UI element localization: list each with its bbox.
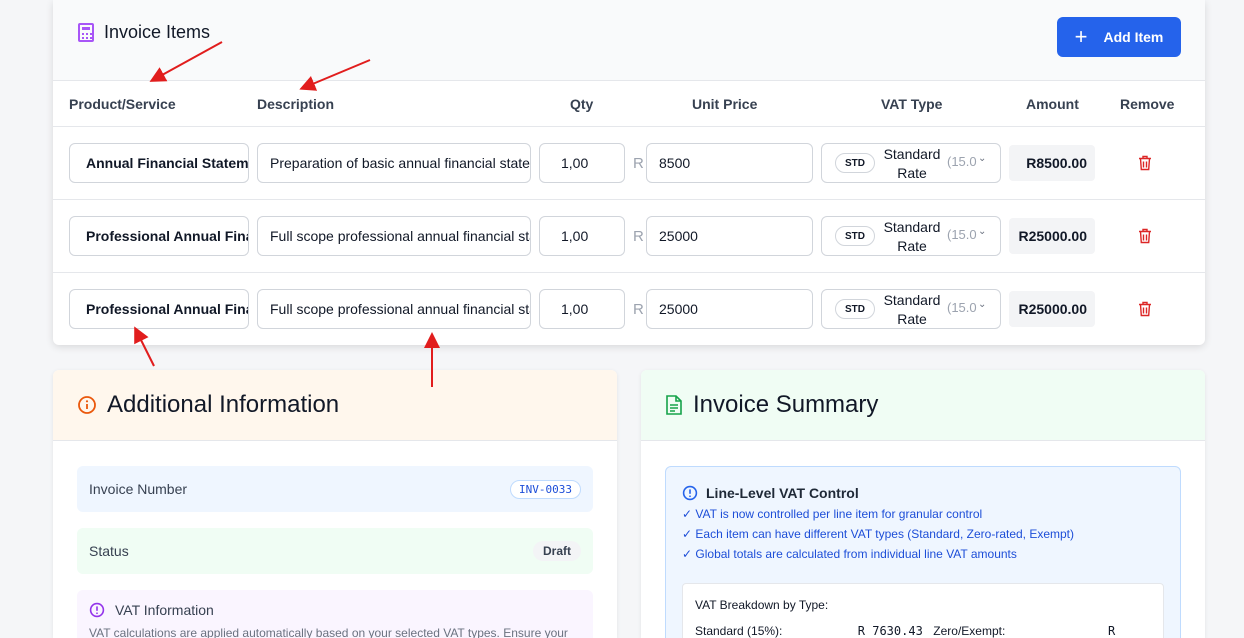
- description-input[interactable]: Full scope professional annual financial…: [257, 289, 531, 329]
- col-amount: Amount: [1026, 96, 1079, 112]
- invoice-items-card: Invoice Items + Add Item Product/Service…: [53, 0, 1205, 345]
- col-vat-type: VAT Type: [881, 96, 943, 112]
- description-input[interactable]: Preparation of basic annual financial st…: [257, 143, 531, 183]
- trash-icon[interactable]: [1138, 301, 1152, 317]
- vat-type-select[interactable]: STD Standard Rate (15.0 ⌄: [821, 143, 1001, 183]
- table-row: Annual Financial Statements Preparation …: [53, 127, 1205, 200]
- qty-input[interactable]: 1,00: [539, 143, 625, 183]
- invoice-number-row: Invoice Number INV-0033: [77, 466, 593, 512]
- vat-type-select[interactable]: STD Standard Rate (15.0 ⌄: [821, 216, 1001, 256]
- col-remove: Remove: [1120, 96, 1175, 112]
- vat-type-percent: (15.0: [947, 154, 977, 169]
- invoice-items-title: Invoice Items: [78, 22, 210, 43]
- vat-information-text: VAT calculations are applied automatical…: [89, 626, 568, 638]
- qty-input[interactable]: 1,00: [539, 289, 625, 329]
- calculator-icon: [78, 23, 94, 42]
- status-label: Status: [89, 543, 129, 559]
- vat-control-line: ✓ VAT is now controlled per line item fo…: [682, 507, 983, 521]
- trash-icon[interactable]: [1138, 228, 1152, 244]
- invoice-items-header: Invoice Items + Add Item: [53, 0, 1205, 81]
- status-badge: Draft: [532, 541, 581, 561]
- vat-control-line: ✓ Each item can have different VAT types…: [682, 527, 1075, 541]
- invoice-summary-panel: Invoice Summary Line-Level VAT Control ✓…: [641, 370, 1205, 638]
- product-input[interactable]: Professional Annual Financial Statements: [69, 216, 249, 256]
- chevron-down-icon: ⌄: [978, 153, 987, 164]
- vat-breakdown: VAT Breakdown by Type: Standard (15%): R…: [682, 583, 1164, 638]
- chevron-down-icon: ⌄: [978, 226, 987, 237]
- vat-badge: STD: [835, 226, 875, 246]
- info-icon: [78, 396, 96, 414]
- unit-price-input[interactable]: 25000: [646, 216, 813, 256]
- table-row: Professional Annual Financial Statements…: [53, 273, 1205, 346]
- vat-type-percent: (15.0: [947, 227, 977, 242]
- vat-type-name: Standard Rate: [883, 292, 941, 327]
- currency-symbol: R: [633, 228, 644, 245]
- additional-information-panel: Additional Information Invoice Number IN…: [53, 370, 617, 638]
- plus-icon: +: [1074, 24, 1088, 49]
- unit-price-input[interactable]: 8500: [646, 143, 813, 183]
- alert-circle-icon: [89, 602, 105, 618]
- col-description: Description: [257, 96, 335, 112]
- invoice-items-title-text: Invoice Items: [104, 22, 211, 42]
- product-input[interactable]: Professional Annual Financial Statements: [69, 289, 249, 329]
- line-amount: R8500.00: [1009, 145, 1095, 181]
- standard-label: Standard (15%):: [695, 624, 783, 638]
- line-amount: R25000.00: [1009, 218, 1095, 254]
- table-row: Professional Annual Financial Statements…: [53, 200, 1205, 273]
- unit-price-input[interactable]: 25000: [646, 289, 813, 329]
- vat-badge: STD: [835, 153, 875, 173]
- col-unit-price: Unit Price: [692, 96, 758, 112]
- vat-information-title: VAT Information: [115, 602, 214, 618]
- col-qty: Qty: [570, 96, 594, 112]
- currency-symbol: R: [633, 155, 644, 172]
- chevron-down-icon: ⌄: [978, 299, 987, 310]
- trash-icon[interactable]: [1138, 155, 1152, 171]
- vat-control-line: ✓ Global totals are calculated from indi…: [682, 547, 1017, 561]
- zero-exempt-value: R 0.00: [1107, 624, 1116, 638]
- alert-circle-icon: [682, 485, 698, 501]
- vat-badge: STD: [835, 299, 875, 319]
- invoice-summary-header: Invoice Summary: [641, 370, 1205, 441]
- zero-exempt-label: Zero/Exempt:: [933, 624, 1006, 638]
- invoice-summary-title: Invoice Summary: [693, 391, 879, 418]
- qty-input[interactable]: 1,00: [539, 216, 625, 256]
- currency-symbol: R: [633, 301, 644, 318]
- invoice-number-label: Invoice Number: [89, 481, 188, 497]
- status-row: Status Draft: [77, 528, 593, 574]
- line-amount: R25000.00: [1009, 291, 1095, 327]
- additional-information-header: Additional Information: [53, 370, 617, 441]
- description-input[interactable]: Full scope professional annual financial…: [257, 216, 531, 256]
- additional-information-title: Additional Information: [107, 391, 340, 418]
- vat-breakdown-title: VAT Breakdown by Type:: [695, 598, 829, 612]
- add-item-label: Add Item: [1103, 29, 1164, 45]
- vat-type-name: Standard Rate: [883, 219, 941, 254]
- standard-value: R 7630.43: [857, 624, 923, 638]
- table-header: Product/Service Description Qty Unit Pri…: [53, 81, 1205, 127]
- vat-type-select[interactable]: STD Standard Rate (15.0 ⌄: [821, 289, 1001, 329]
- file-text-icon: [666, 395, 682, 415]
- vat-control-box: Line-Level VAT Control ✓ VAT is now cont…: [665, 466, 1181, 638]
- vat-information-box: VAT Information VAT calculations are app…: [77, 590, 593, 638]
- vat-type-name: Standard Rate: [883, 146, 941, 181]
- vat-type-percent: (15.0: [947, 300, 977, 315]
- invoice-number-badge: INV-0033: [510, 479, 581, 499]
- col-product: Product/Service: [69, 96, 176, 112]
- add-item-button[interactable]: + Add Item: [1057, 17, 1181, 57]
- vat-control-title: Line-Level VAT Control: [706, 485, 859, 501]
- product-input[interactable]: Annual Financial Statements: [69, 143, 249, 183]
